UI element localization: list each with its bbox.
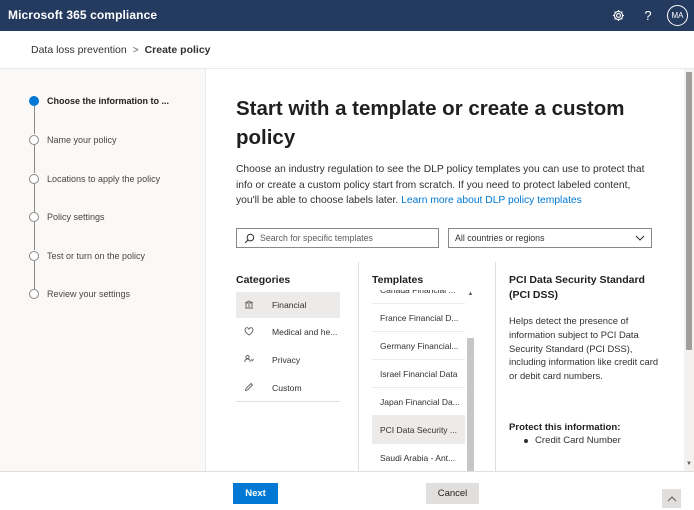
wizard-step-policy-settings[interactable]: Policy settings [29,212,105,222]
page-scroll-thumb[interactable] [686,72,692,350]
template-list: Canada Financial ... France Financial D.… [372,290,465,471]
scroll-to-top-button[interactable] [662,489,681,508]
column-divider [495,262,496,471]
step-indicator [29,251,39,261]
category-financial[interactable]: Financial [236,292,340,318]
step-indicator [29,289,39,299]
breadcrumb-create-policy: Create policy [144,44,211,56]
protect-info-item: Credit Card Number [524,435,621,446]
gear-icon[interactable] [609,6,627,24]
step-connector [34,222,35,250]
template-germany-financial[interactable]: Germany Financial... [372,332,465,360]
category-label: Custom [272,383,302,393]
breadcrumb: Data loss prevention > Create policy [31,44,211,56]
wizard-step-locations[interactable]: Locations to apply the policy [29,174,160,184]
scroll-up-arrow-icon[interactable]: ▲ [466,291,475,297]
search-icon [243,232,255,244]
region-dropdown[interactable]: All countries or regions [448,228,652,248]
categories-heading: Categories [236,274,291,286]
bullet-icon [524,438,528,443]
step-current-indicator [29,96,39,106]
chevron-down-icon [635,233,645,243]
template-israel-financial[interactable]: Israel Financial Data [372,360,465,388]
step-label: Policy settings [47,212,105,222]
wizard-step-review[interactable]: Review your settings [29,289,130,299]
category-label: Medical and he... [272,327,338,337]
category-privacy[interactable]: Privacy [236,347,340,373]
categories-bottom-divider [236,401,340,402]
learn-more-link[interactable]: Learn more about DLP policy templates [401,195,582,206]
template-search-box[interactable] [236,228,439,248]
chevron-right-icon: > [132,44,139,56]
wizard-step-test-or-turn-on[interactable]: Test or turn on the policy [29,251,145,261]
bank-icon [242,299,256,311]
category-label: Privacy [272,355,301,365]
template-saudi-arabia[interactable]: Saudi Arabia - Ant... [372,444,465,471]
template-canada-financial[interactable]: Canada Financial ... [372,290,465,304]
privacy-icon [242,354,256,366]
step-label: Test or turn on the policy [47,251,146,261]
next-button[interactable]: Next [233,483,278,504]
template-list-scroll-thumb[interactable] [467,338,474,471]
page-title: Start with a template or create a custom… [236,97,625,149]
column-divider [358,262,359,471]
cancel-button[interactable]: Cancel [426,483,479,504]
templates-heading: Templates [372,274,424,286]
protect-info-label: Credit Card Number [535,435,621,446]
template-detail-title: PCI Data Security Standard (PCI DSS) [509,274,645,301]
wizard-step-choose-information[interactable]: Choose the information to ... [29,96,169,106]
breadcrumb-data-loss-prevention[interactable]: Data loss prevention [31,44,127,56]
chevron-up-icon [667,495,676,501]
step-indicator [29,174,39,184]
template-japan-financial[interactable]: Japan Financial Da... [372,388,465,416]
step-label: Review your settings [47,289,131,299]
top-app-bar: Microsoft 365 compliance ? MA [0,0,694,31]
step-connector [34,106,35,134]
category-custom[interactable]: Custom [236,375,340,401]
wizard-steps-panel: Choose the information to ... Name your … [0,69,206,471]
category-label: Financial [272,300,307,310]
footer-divider [0,471,694,472]
medical-icon [242,326,256,338]
step-connector [34,184,35,212]
wizard-step-name-policy[interactable]: Name your policy [29,135,117,145]
help-icon[interactable]: ? [639,6,657,24]
template-pci-dss[interactable]: PCI Data Security ... [372,416,465,444]
step-indicator [29,135,39,145]
step-connector [34,261,35,289]
pencil-icon [242,382,256,394]
scroll-down-arrow-icon[interactable]: ▼ [684,461,694,467]
step-connector [34,145,35,173]
app-title[interactable]: Microsoft 365 compliance [8,8,157,22]
page-description: Choose an industry regulation to see the… [236,162,656,209]
step-indicator [29,212,39,222]
protect-info-heading: Protect this information: [509,422,621,433]
step-label: Choose the information to ... [47,96,169,106]
search-input[interactable] [260,233,430,243]
template-detail-description: Helps detect the presence of information… [509,315,659,382]
step-label: Name your policy [47,135,117,145]
avatar[interactable]: MA [667,5,688,26]
category-medical[interactable]: Medical and he... [236,319,340,345]
step-label: Locations to apply the policy [47,174,161,184]
template-france-financial[interactable]: France Financial D... [372,304,465,332]
region-selected-value: All countries or regions [455,233,545,243]
